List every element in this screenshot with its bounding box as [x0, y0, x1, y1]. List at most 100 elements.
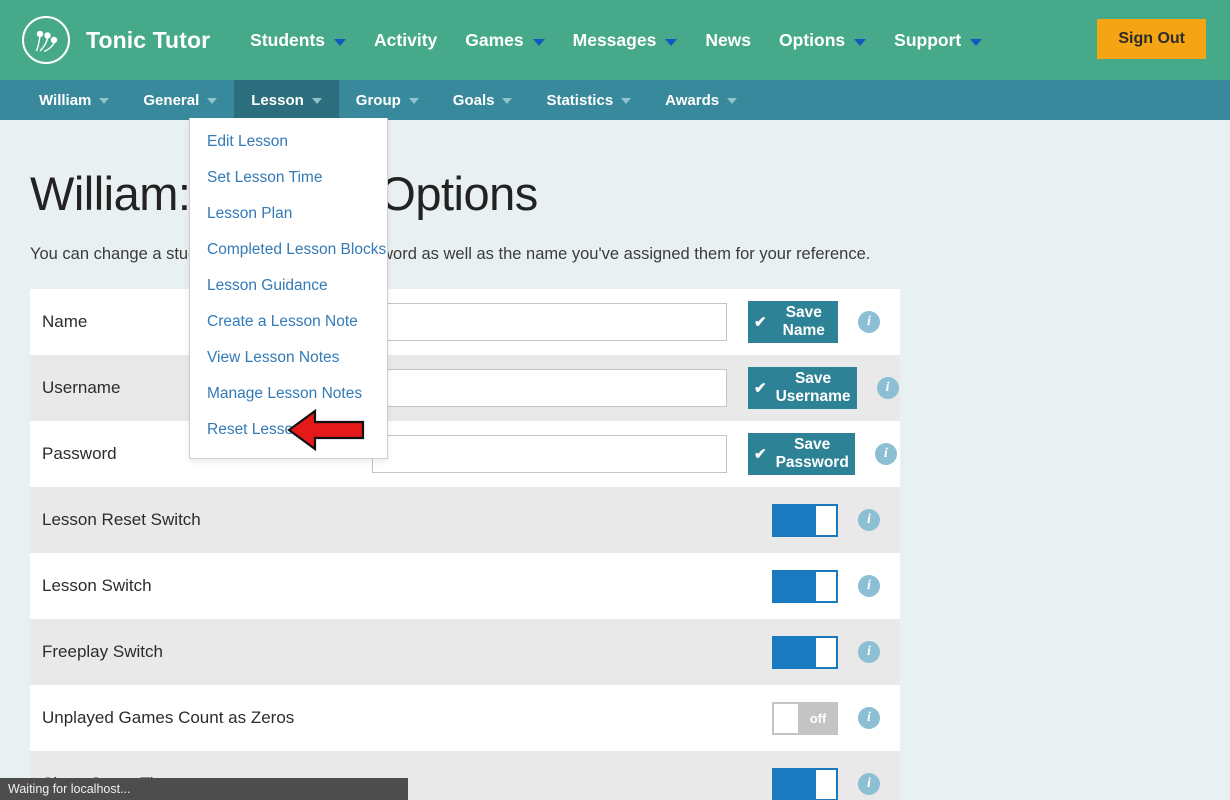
menu-item-view-lesson-notes[interactable]: View Lesson Notes: [190, 340, 387, 376]
info-icon[interactable]: i: [858, 773, 880, 795]
nav-label: Students: [250, 30, 325, 51]
username-input[interactable]: [372, 369, 727, 407]
chevron-down-icon: [502, 98, 512, 104]
toggle-track: [772, 570, 814, 603]
nav-item-news[interactable]: News: [691, 24, 765, 57]
save-password-button[interactable]: ✔ Save Password: [748, 433, 855, 475]
menu-item-lesson-plan[interactable]: Lesson Plan: [190, 196, 387, 232]
nav-item-students[interactable]: Students: [236, 24, 360, 57]
page-content: William: General Options You can change …: [0, 166, 1230, 800]
save-username-button[interactable]: ✔ Save Username: [748, 367, 857, 409]
name-input[interactable]: [372, 303, 727, 341]
table-row-name: Name ✔ Save Name i: [30, 289, 900, 355]
nav-label: Support: [894, 30, 961, 51]
nav-item-support[interactable]: Support: [880, 24, 996, 57]
toggle-knob: [814, 636, 838, 669]
info-icon[interactable]: i: [858, 707, 880, 729]
toggle-off-label: off: [798, 711, 838, 726]
button-label: Save Password: [776, 436, 849, 472]
tonic-tutor-note-logo-icon[interactable]: [22, 16, 70, 64]
subnav-label: Goals: [453, 92, 495, 109]
chevron-down-icon: [665, 39, 677, 46]
chevron-down-icon: [970, 39, 982, 46]
subnav-item-lesson[interactable]: Lesson: [234, 80, 339, 120]
student-options-panel: Name ✔ Save Name i Username ✔ Save Usern…: [30, 289, 900, 800]
check-icon: ✔: [754, 445, 767, 463]
check-icon: ✔: [754, 379, 767, 397]
nav-label: News: [705, 30, 751, 51]
table-row-unplayed-games-count-as-zeros: Unplayed Games Count as Zeros off i: [30, 685, 900, 751]
subnav-item-goals[interactable]: Goals: [436, 80, 530, 120]
subnav-label: Group: [356, 92, 401, 109]
table-row-password: Password ✔ Save Password i: [30, 421, 900, 487]
chevron-down-icon: [409, 98, 419, 104]
menu-item-completed-lesson-blocks[interactable]: Completed Lesson Blocks: [190, 232, 387, 268]
nav-item-activity[interactable]: Activity: [360, 24, 451, 57]
sub-navigation-bar: William General Lesson Group Goals Stati…: [0, 80, 1230, 120]
nav-label: Games: [465, 30, 523, 51]
table-row-username: Username ✔ Save Username i: [30, 355, 900, 421]
subnav-item-general[interactable]: General: [126, 80, 234, 120]
toggle-knob: [814, 570, 838, 603]
lesson-dropdown-menu: Edit Lesson Set Lesson Time Lesson Plan …: [189, 118, 388, 459]
info-icon[interactable]: i: [858, 575, 880, 597]
menu-item-manage-lesson-notes[interactable]: Manage Lesson Notes: [190, 376, 387, 412]
info-icon[interactable]: i: [858, 509, 880, 531]
menu-item-create-a-lesson-note[interactable]: Create a Lesson Note: [190, 304, 387, 340]
table-row-freeplay-switch: Freeplay Switch i: [30, 619, 900, 685]
subnav-item-william[interactable]: William: [22, 80, 126, 120]
menu-item-lesson-guidance[interactable]: Lesson Guidance: [190, 268, 387, 304]
nav-item-options[interactable]: Options: [765, 24, 880, 57]
check-icon: ✔: [754, 313, 767, 331]
menu-item-edit-lesson[interactable]: Edit Lesson: [190, 124, 387, 160]
subnav-item-awards[interactable]: Awards: [648, 80, 754, 120]
subnav-label: General: [143, 92, 199, 109]
row-label: Freeplay Switch: [42, 642, 372, 662]
save-name-button[interactable]: ✔ Save Name: [748, 301, 838, 343]
subnav-item-statistics[interactable]: Statistics: [529, 80, 648, 120]
nav-label: Options: [779, 30, 845, 51]
freeplay-switch-toggle[interactable]: [772, 636, 838, 669]
show-game-timer-toggle[interactable]: [772, 768, 838, 800]
row-label: Lesson Switch: [42, 576, 372, 596]
lesson-switch-toggle[interactable]: [772, 570, 838, 603]
toggle-knob: [774, 704, 798, 733]
button-label: Save Username: [776, 370, 851, 406]
brand-title[interactable]: Tonic Tutor: [86, 27, 210, 54]
button-label: Save Name: [776, 304, 832, 340]
nav-label: Activity: [374, 30, 437, 51]
chevron-down-icon: [207, 98, 217, 104]
info-icon[interactable]: i: [858, 311, 880, 333]
info-icon[interactable]: i: [858, 641, 880, 663]
subnav-label: Awards: [665, 92, 719, 109]
menu-item-set-lesson-time[interactable]: Set Lesson Time: [190, 160, 387, 196]
nav-item-messages[interactable]: Messages: [559, 24, 692, 57]
info-icon[interactable]: i: [875, 443, 897, 465]
subnav-label: Statistics: [546, 92, 613, 109]
nav-item-games[interactable]: Games: [451, 24, 558, 57]
lesson-reset-switch-toggle[interactable]: [772, 504, 838, 537]
status-text: Waiting for localhost...: [8, 782, 131, 796]
chevron-down-icon: [533, 39, 545, 46]
row-label: Unplayed Games Count as Zeros: [42, 708, 372, 728]
chevron-down-icon: [99, 98, 109, 104]
menu-item-reset-lesson[interactable]: Reset Lesson: [190, 412, 387, 448]
toggle-track: [772, 504, 814, 537]
browser-status-bar: Waiting for localhost...: [0, 778, 408, 800]
toggle-track: [772, 768, 814, 800]
unplayed-games-count-as-zeros-toggle[interactable]: off: [772, 702, 838, 735]
top-navigation-bar: Tonic Tutor Students Activity Games Mess…: [0, 0, 1230, 80]
chevron-down-icon: [854, 39, 866, 46]
sign-out-button[interactable]: Sign Out: [1097, 19, 1206, 59]
chevron-down-icon: [312, 98, 322, 104]
top-nav-items: Students Activity Games Messages News Op…: [236, 24, 996, 57]
chevron-down-icon: [727, 98, 737, 104]
toggle-track: [772, 636, 814, 669]
password-input[interactable]: [372, 435, 727, 473]
chevron-down-icon: [334, 39, 346, 46]
info-icon[interactable]: i: [877, 377, 899, 399]
subnav-item-group[interactable]: Group: [339, 80, 436, 120]
row-label: Lesson Reset Switch: [42, 510, 372, 530]
toggle-knob: [814, 504, 838, 537]
nav-label: Messages: [573, 30, 657, 51]
